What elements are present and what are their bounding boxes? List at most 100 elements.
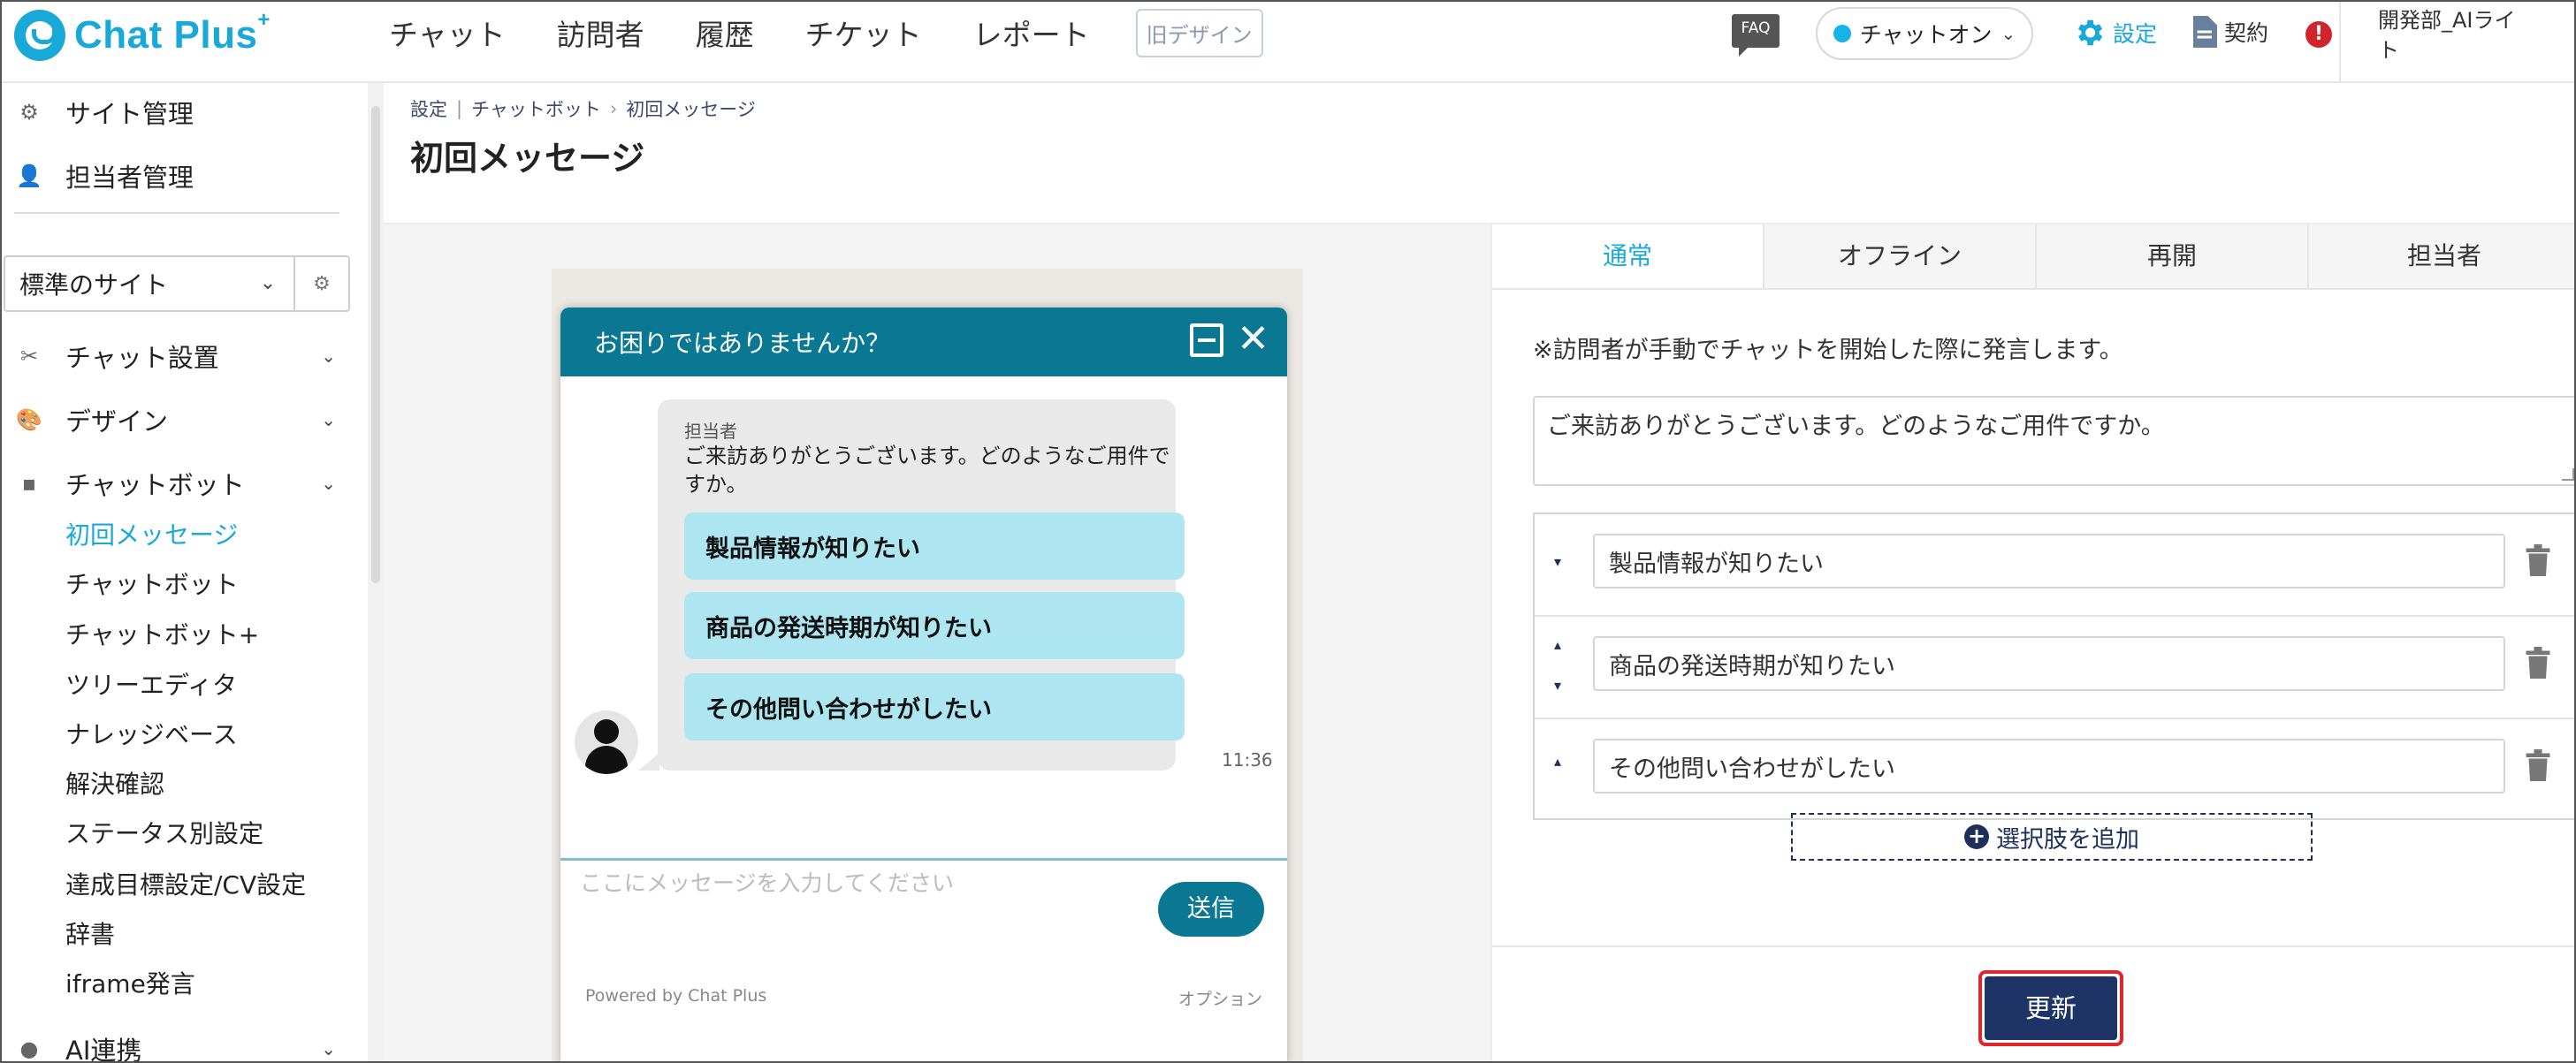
- panel-divider: [1492, 945, 2574, 947]
- nav-chat[interactable]: チャット: [389, 11, 506, 54]
- move-up-icon[interactable]: ▴: [1554, 636, 1561, 653]
- users-icon: 👤: [16, 163, 42, 188]
- chevron-down-icon: ⌄: [242, 257, 295, 310]
- settings-link[interactable]: 設定: [2072, 16, 2157, 49]
- update-button[interactable]: 更新: [1985, 976, 2117, 1040]
- sidebar-scrollbar[interactable]: [368, 83, 384, 1061]
- resize-handle-icon[interactable]: [2562, 468, 2574, 481]
- chevron-down-icon: ⌄: [321, 1038, 336, 1059]
- move-down-icon[interactable]: ▾: [1554, 677, 1561, 694]
- chat-widget-header: お困りではありませんか？ ✕: [560, 308, 1287, 376]
- send-button[interactable]: 送信: [1158, 882, 1264, 937]
- message-sender: 担当者: [684, 421, 737, 442]
- site-select[interactable]: 標準のサイト ⌄ ⚙: [4, 255, 350, 312]
- sidebar-subitem-goal-settings[interactable]: 達成目標設定/CV設定: [65, 864, 306, 903]
- sidebar-item-chatbot[interactable]: ▪ チャットボット ⌄: [18, 461, 336, 505]
- choices-list: ▾ 製品情報が知りたい ▴ ▾ 商品の発送時期が知りたい ▴ その他問い合わせが…: [1533, 513, 2574, 820]
- chat-widget-title: お困りではありませんか？: [594, 329, 891, 358]
- gear-icon[interactable]: ⚙: [295, 273, 348, 295]
- faq-icon[interactable]: FAQ: [1732, 14, 1780, 57]
- message-settings-panel: 通常 オフライン 再開 担当者 ※訪問者が手動でチャットを開始した際に発言します…: [1490, 224, 2574, 1061]
- sidebar-item-label: チャット設置: [65, 343, 219, 373]
- nav-tickets[interactable]: チケット: [805, 11, 922, 54]
- choice-input[interactable]: その他問い合わせがしたい: [1593, 739, 2505, 793]
- sidebar-subitem-resolution[interactable]: 解決確認: [65, 763, 164, 802]
- tab-staff[interactable]: 担当者: [2307, 224, 2574, 288]
- palette-icon: 🎨: [16, 407, 42, 432]
- tab-normal[interactable]: 通常: [1492, 224, 1763, 288]
- move-down-icon[interactable]: ▾: [1554, 553, 1561, 570]
- close-icon[interactable]: ✕: [1237, 318, 1269, 361]
- nav-reports[interactable]: レポート: [973, 11, 1090, 54]
- sidebar-item-design[interactable]: 🎨 デザイン ⌄: [16, 398, 336, 442]
- chat-preview-area: お困りではありませんか？ ✕ 担当者 ご来訪ありがとうございます。どのようなご用…: [384, 224, 1490, 1061]
- sidebar-subitem-iframe[interactable]: iframe発言: [65, 963, 195, 1002]
- minimize-icon[interactable]: [1190, 323, 1223, 357]
- tab-resume[interactable]: 再開: [2035, 224, 2307, 288]
- gear-icon: ⚙: [19, 100, 39, 125]
- content-header: 設定 | チャットボット › 初回メッセージ 初回メッセージ: [384, 83, 2574, 224]
- contract-label: 契約: [2224, 20, 2269, 46]
- trash-icon[interactable]: [2525, 749, 2551, 781]
- chat-choice-button[interactable]: 商品の発送時期が知りたい: [684, 592, 1185, 659]
- option-link[interactable]: オプション: [1178, 986, 1262, 1010]
- logo-icon: [14, 10, 65, 61]
- add-choice-button[interactable]: + 選択肢を追加: [1791, 813, 2313, 861]
- reorder-arrows: ▾: [1547, 514, 1574, 615]
- chat-input-area: ここにメッセージを入力してください 送信 Powered by Chat Plu…: [560, 858, 1287, 1009]
- breadcrumb-current: 初回メッセージ: [626, 99, 756, 120]
- sidebar-subitem-chatbot-plus[interactable]: チャットボット+: [65, 614, 259, 653]
- user-menu[interactable]: 開発部_AIライト: [2339, 2, 2516, 81]
- message-bubble: 担当者 ご来訪ありがとうございます。どのようなご用件ですか。 製品情報が知りたい…: [638, 399, 1185, 771]
- breadcrumb-settings[interactable]: 設定: [410, 95, 447, 122]
- sidebar-item-staff-management[interactable]: 👤 担当者管理: [16, 154, 194, 198]
- chat-icon: ▪: [21, 471, 37, 496]
- breadcrumb-chevron-icon: ›: [609, 98, 618, 119]
- chat-widget-preview: お困りではありませんか？ ✕ 担当者 ご来訪ありがとうございます。どのようなご用…: [560, 308, 1287, 1061]
- scrollbar-thumb[interactable]: [371, 106, 380, 583]
- gear-icon: [2077, 19, 2103, 46]
- status-dot-icon: [1833, 25, 1851, 42]
- chat-status-dropdown[interactable]: チャットオン ⌄: [1816, 7, 2033, 60]
- document-icon: [2193, 16, 2217, 48]
- nav-visitors[interactable]: 訪問者: [557, 11, 644, 54]
- chat-choice-button[interactable]: その他問い合わせがしたい: [684, 673, 1185, 740]
- app-window: Chat Plus+ チャット 訪問者 履歴 チケット レポート 旧デザイン F…: [0, 0, 2576, 1063]
- chat-choice-button[interactable]: 製品情報が知りたい: [684, 513, 1185, 580]
- page-title: 初回メッセージ: [410, 139, 645, 178]
- old-design-button[interactable]: 旧デザイン: [1135, 8, 1263, 57]
- contract-link[interactable]: 契約: [2191, 16, 2268, 48]
- first-message-textarea[interactable]: ご来訪ありがとうございます。どのようなご用件ですか。: [1533, 396, 2574, 486]
- sidebar-item-label: デザイン: [65, 406, 169, 437]
- nav-history[interactable]: 履歴: [696, 11, 754, 54]
- sidebar-item-chat-install[interactable]: ✂ チャット設置 ⌄: [18, 334, 336, 378]
- tab-offline[interactable]: オフライン: [1763, 224, 2035, 288]
- chevron-down-icon: ⌄: [2001, 23, 2016, 44]
- chat-message-input[interactable]: ここにメッセージを入力してください: [580, 866, 954, 898]
- sidebar-divider: [14, 212, 339, 214]
- trash-icon[interactable]: [2525, 544, 2551, 576]
- sidebar-subitem-chatbot[interactable]: チャットボット: [65, 564, 239, 603]
- alert-icon[interactable]: !: [2305, 21, 2332, 48]
- sidebar-subitem-status-settings[interactable]: ステータス別設定: [65, 813, 263, 852]
- sidebar-subitem-dictionary[interactable]: 辞書: [65, 914, 115, 953]
- choice-row: ▾ 製品情報が知りたい: [1535, 514, 2574, 617]
- sidebar-subitem-knowledge-base[interactable]: ナレッジベース: [65, 714, 238, 753]
- choice-input[interactable]: 商品の発送時期が知りたい: [1593, 636, 2505, 691]
- sidebar-item-site-management[interactable]: ⚙ サイト管理: [18, 90, 194, 134]
- sidebar-subitem-first-message[interactable]: 初回メッセージ: [65, 514, 238, 553]
- choice-input[interactable]: 製品情報が知りたい: [1593, 534, 2505, 588]
- sidebar-item-label: チャットボット: [65, 470, 245, 500]
- breadcrumb-chatbot[interactable]: チャットボット: [471, 95, 601, 122]
- logo[interactable]: Chat Plus+: [14, 7, 271, 64]
- trash-icon[interactable]: [2525, 647, 2551, 679]
- move-up-icon[interactable]: ▴: [1554, 753, 1561, 770]
- sidebar-subitem-tree-editor[interactable]: ツリーエディタ: [65, 664, 237, 703]
- chevron-down-icon: ⌄: [321, 409, 336, 430]
- add-choice-label: 選択肢を追加: [1996, 825, 2139, 854]
- chevron-down-icon: ⌄: [321, 345, 336, 367]
- choice-row: ▴ ▾ 商品の発送時期が知りたい: [1535, 617, 2574, 719]
- bulb-icon: ●: [19, 1036, 39, 1061]
- settings-label: 設定: [2113, 21, 2158, 47]
- sidebar-item-ai[interactable]: ● AI連携 ⌄: [18, 1027, 336, 1061]
